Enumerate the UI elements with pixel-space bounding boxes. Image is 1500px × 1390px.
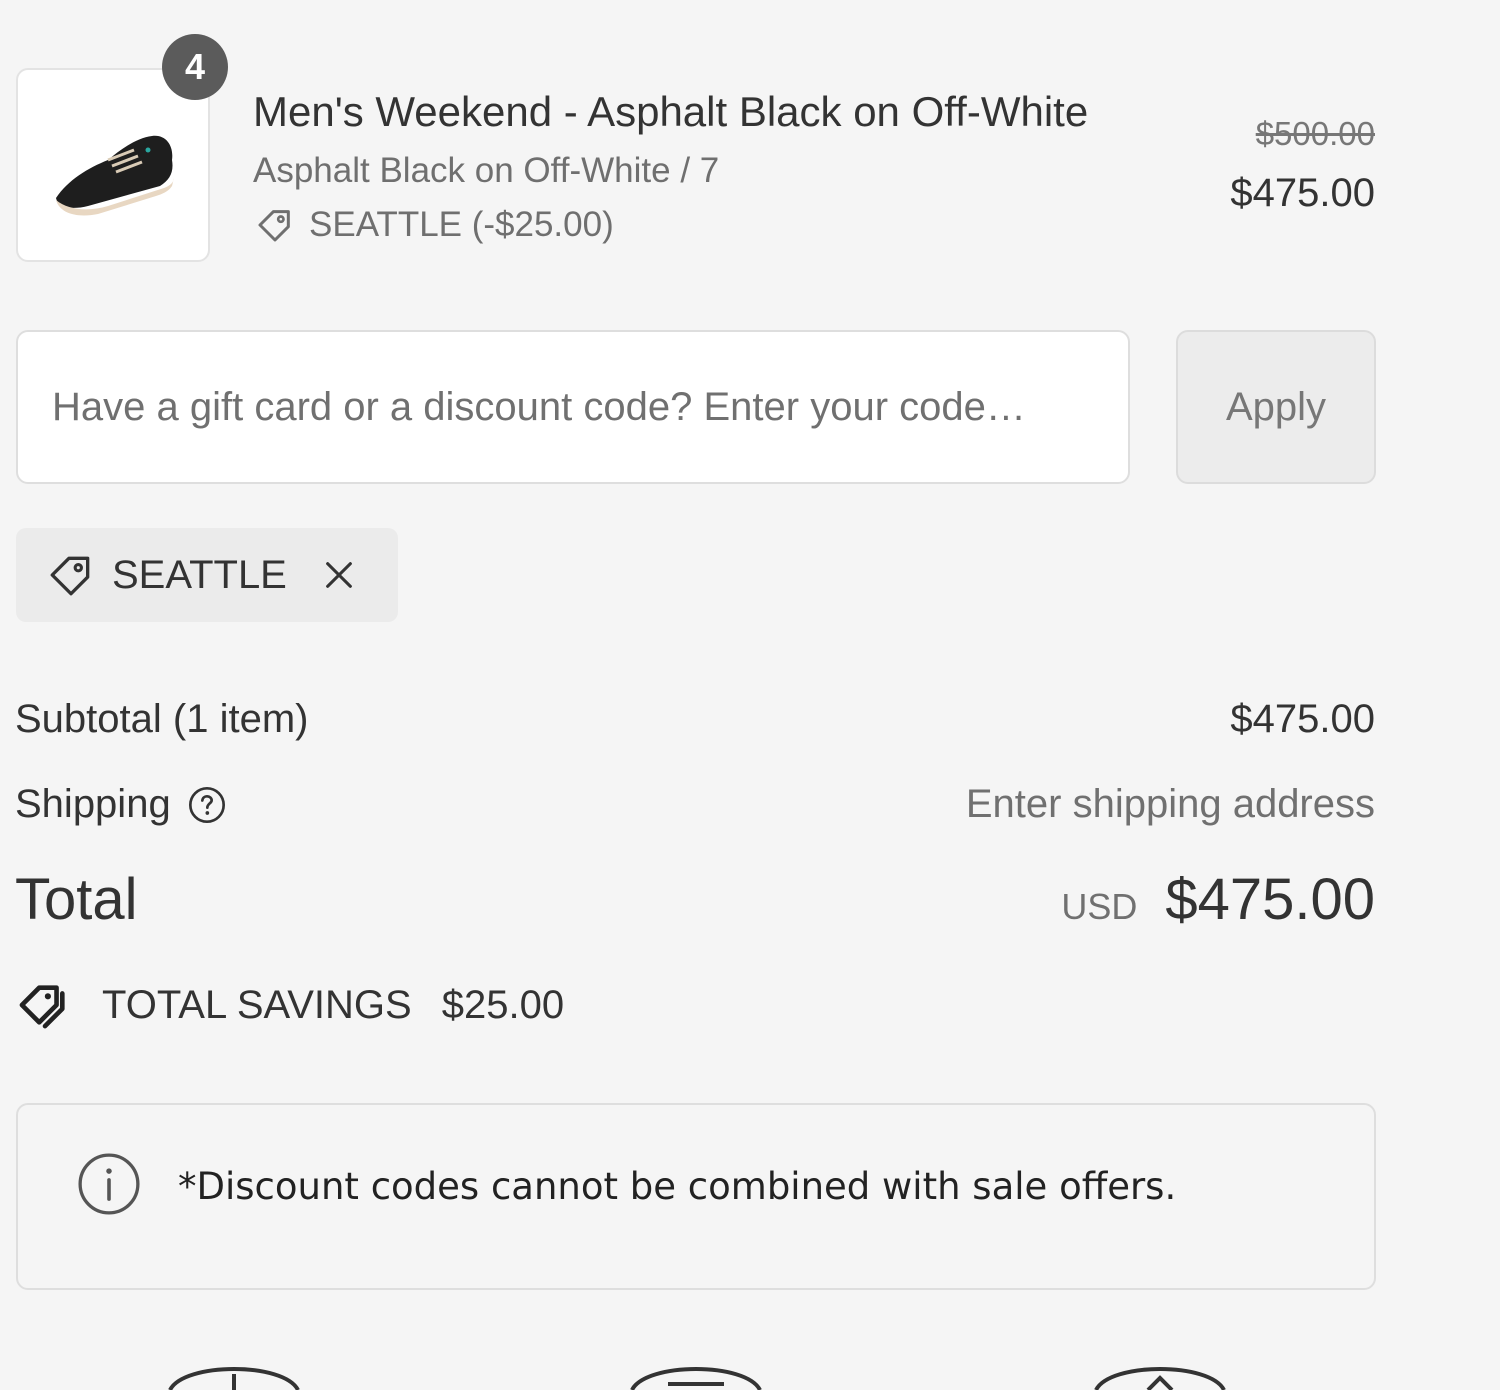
info-icon [78,1153,140,1215]
line-price: $475.00 [1230,171,1375,215]
quantity-badge: 4 [162,34,228,100]
close-icon [325,562,352,588]
original-price: $500.00 [1255,115,1375,152]
shipping-label: Shipping [15,782,171,826]
notice-text: *Discount codes cannot be combined with … [178,1165,1177,1208]
card-badge-icon [630,1367,762,1390]
discount-notice: *Discount codes cannot be combined with … [16,1103,1376,1290]
subtotal-value: $475.00 [1230,697,1375,741]
apply-button[interactable]: Apply [1176,330,1376,484]
subtotal-label: Subtotal (1 item) [15,697,309,741]
help-icon[interactable] [187,785,227,825]
line-discount-label: SEATTLE (-$25.00) [309,205,614,244]
line-discount: SEATTLE (-$25.00) [255,205,614,245]
order-summary: 4 Men's Weekend - Asphalt Black on Off-W… [0,0,1500,1390]
total-amount: $475.00 [1165,867,1375,932]
currency-code: USD [1061,886,1138,927]
savings-label: TOTAL SAVINGS [102,982,412,1027]
tag-icon [50,556,90,596]
shield-badge-icon [1094,1367,1226,1390]
sneaker-product-image [56,135,174,216]
tag-icon [258,210,290,242]
discount-code-input[interactable] [16,330,1130,484]
savings-amount: $25.00 [441,982,565,1027]
shipping-row-label: Shipping [15,782,227,827]
shipping-value: Enter shipping address [965,782,1375,826]
total-label: Total [15,867,138,932]
total-savings: TOTAL SAVINGS $25.00 [18,980,564,1030]
product-variant: Asphalt Black on Off-White / 7 [253,151,720,190]
applied-discount-chip: SEATTLE [16,528,398,622]
product-name: Men's Weekend - Asphalt Black on Off-Whi… [253,88,1089,135]
remove-discount-button[interactable] [319,555,359,595]
savings-tag-icon [19,985,65,1029]
applied-discount-code: SEATTLE [112,552,287,597]
trust-badge-icon [168,1367,300,1390]
total-value-group: USD $475.00 [1061,866,1375,933]
